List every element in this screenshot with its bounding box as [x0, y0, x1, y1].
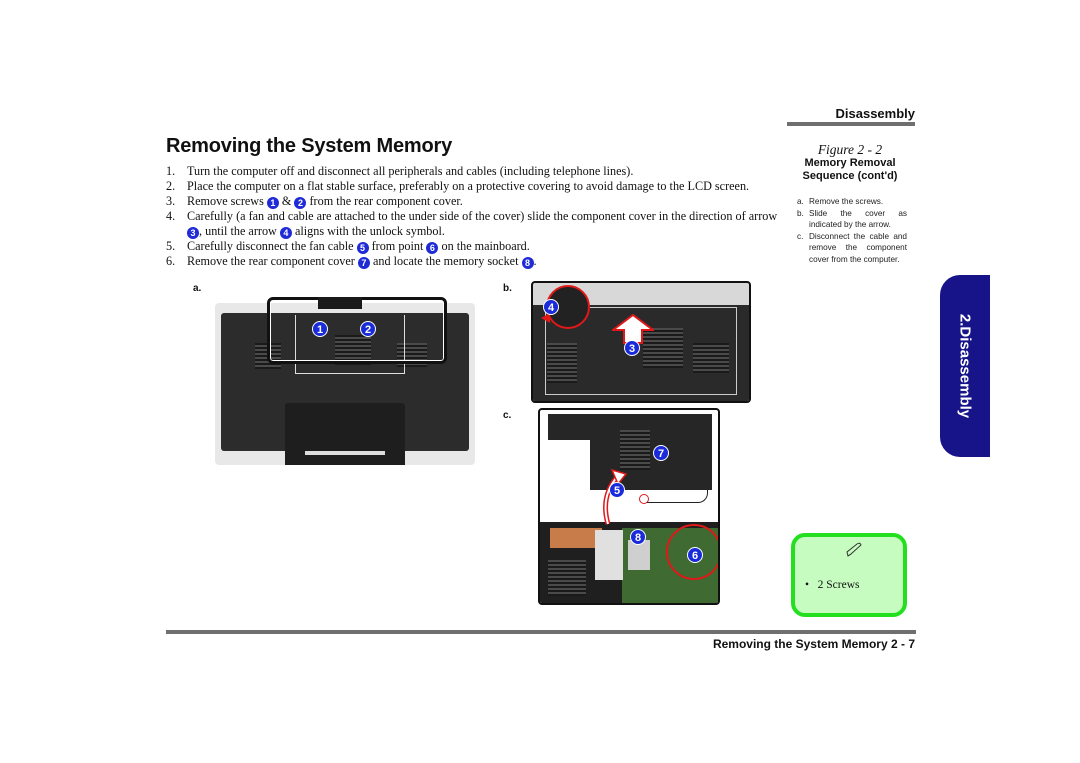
bullet: • [805, 579, 818, 591]
panel-a-label: a. [193, 283, 202, 294]
figure-step-letter: b. [797, 208, 804, 218]
cpu-heatsink [595, 530, 623, 580]
step-text: on the mainboard. [438, 239, 530, 253]
procedure-step: 6. Remove the rear component cover 7 and … [166, 254, 786, 269]
step-text: Carefully (a fan and cable are attached … [187, 209, 778, 223]
procedure-step: 5. Carefully disconnect the fan cable 5 f… [166, 239, 786, 254]
callout-4: 4 [543, 299, 559, 315]
header-rule [787, 122, 915, 126]
figure-title-line2: Sequence (cont'd) [802, 170, 898, 182]
panel-c-label: c. [503, 410, 512, 421]
chapter-tab-label: 2.Disassembly [956, 313, 974, 419]
step-text: and locate the memory socket [369, 254, 522, 268]
step-number: 6. [166, 254, 176, 268]
step-number: 2. [166, 179, 176, 193]
fan-cable [647, 490, 708, 503]
figure-step-text: Remove the screws. [809, 197, 884, 206]
pencil-icon [845, 542, 863, 563]
vent-grille [548, 560, 586, 596]
figure-step-letter: a. [797, 197, 804, 206]
callout-badge: 1 [266, 197, 279, 209]
figure-label: Figure 2 - 2 [817, 142, 883, 157]
step-text: , until the arrow [199, 224, 280, 238]
stand-slot [305, 451, 385, 455]
section-header: Disassembly [835, 106, 916, 121]
step-text: aligns with the unlock symbol. [291, 224, 445, 238]
stand [285, 403, 405, 465]
step-text: Remove screws [187, 194, 267, 208]
procedure-step: 2. Place the computer on a flat stable su… [166, 179, 786, 194]
step-text: Place the computer on a flat stable surf… [187, 179, 750, 193]
handle [318, 297, 362, 309]
callout-badge: 2 [294, 197, 307, 209]
figure-step-letter: c. [797, 231, 804, 241]
note-box: • 2 Screws [791, 533, 907, 617]
note-item-text: 2 Screws [817, 579, 860, 591]
page-title: Removing the System Memory [166, 135, 452, 157]
footer-page-label: Removing the System Memory 2 - 7 [712, 637, 915, 651]
procedure-step: 3. Remove screws 1 & 2 from the rear comp… [166, 194, 786, 209]
figure-step: b. Slide the cover as indicated by the ar… [797, 208, 907, 231]
figure-step-text: Slide the cover as indicated by the arro… [809, 208, 907, 230]
callout-badge: 4 [279, 227, 292, 239]
procedure-step: 4. Carefully (a fan and cable are attache… [166, 209, 786, 239]
step-number: 3. [166, 194, 176, 208]
step-text: from the rear component cover. [306, 194, 463, 208]
callout-1: 1 [312, 321, 328, 337]
chapter-tab[interactable]: 2.Disassembly [940, 275, 990, 457]
procedure-step: 1. Turn the computer off and disconnect a… [166, 164, 786, 179]
panel-b-label: b. [503, 283, 512, 294]
curved-arrow-icon [598, 466, 638, 531]
callout-badge: 7 [357, 257, 370, 269]
callout-5: 5 [609, 482, 625, 498]
step-number: 1. [166, 164, 176, 178]
callout-6: 6 [687, 547, 703, 563]
step-text: Turn the computer off and disconnect all… [187, 164, 634, 178]
callout-badge: 3 [187, 227, 199, 239]
footer-rule [166, 630, 916, 634]
note-item: • 2 Screws [805, 579, 860, 591]
figure-title-line1: Memory Removal [804, 157, 896, 169]
callout-8: 8 [630, 529, 646, 545]
figure-title: Memory Removal Sequence (cont'd) [790, 157, 910, 183]
procedure-steps: 1. Turn the computer off and disconnect a… [166, 164, 786, 269]
callout-2: 2 [360, 321, 376, 337]
step-text: Remove the rear component cover [187, 254, 358, 268]
vent-grille [620, 430, 650, 470]
callout-badge: 6 [426, 242, 439, 254]
step-number: 5. [166, 239, 176, 253]
figure-step: a. Remove the screws. [797, 196, 907, 208]
callout-7: 7 [653, 445, 669, 461]
callout-badge: 8 [521, 257, 534, 269]
figure-steps: a. Remove the screws. b. Slide the cover as… [797, 196, 907, 266]
step-text: & [278, 194, 295, 208]
callout-3: 3 [624, 340, 640, 356]
callout-badge: 5 [356, 242, 369, 254]
step-text: from point [368, 239, 427, 253]
figure-step-text: Disconnect the cable and remove the comp… [809, 231, 907, 264]
step-text: Carefully disconnect the fan cable [187, 239, 357, 253]
figure-step: c. Disconnect the cable and remove the co… [797, 231, 907, 266]
step-text: . [533, 254, 537, 268]
step-number: 4. [166, 209, 176, 223]
